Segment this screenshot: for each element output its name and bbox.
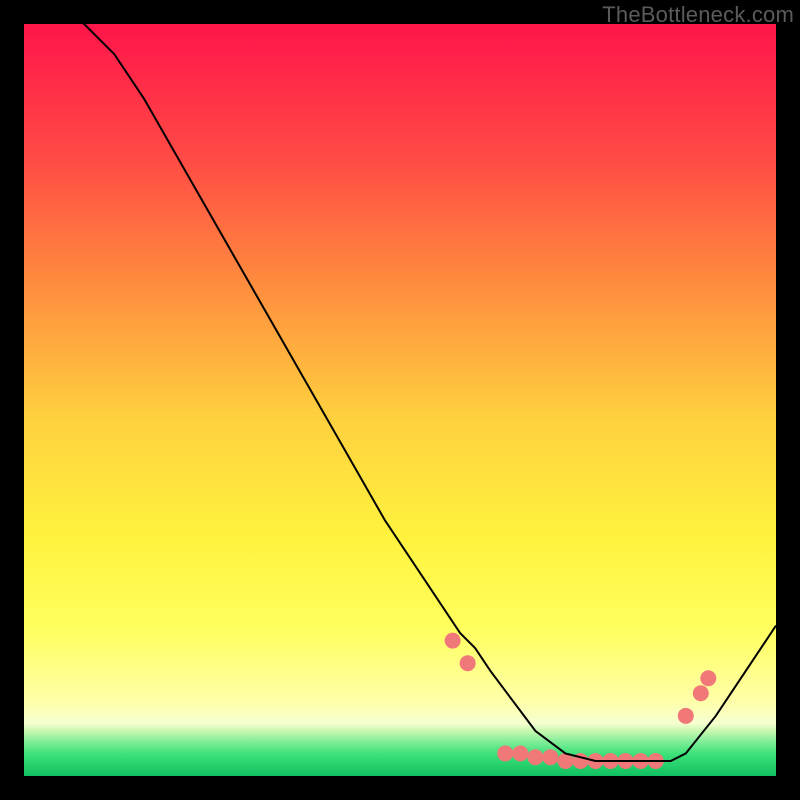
chart-container: TheBottleneck.com	[0, 0, 800, 800]
chart-svg	[24, 24, 776, 776]
marker-dot	[542, 749, 558, 765]
marker-dot	[497, 745, 513, 761]
marker-dot	[445, 633, 461, 649]
marker-dot	[460, 655, 476, 671]
gradient-background	[24, 24, 776, 776]
marker-dot	[693, 685, 709, 701]
marker-dot	[678, 708, 694, 724]
marker-dot	[512, 745, 528, 761]
marker-dot	[527, 749, 543, 765]
marker-dot	[700, 670, 716, 686]
plot-area	[24, 24, 776, 776]
